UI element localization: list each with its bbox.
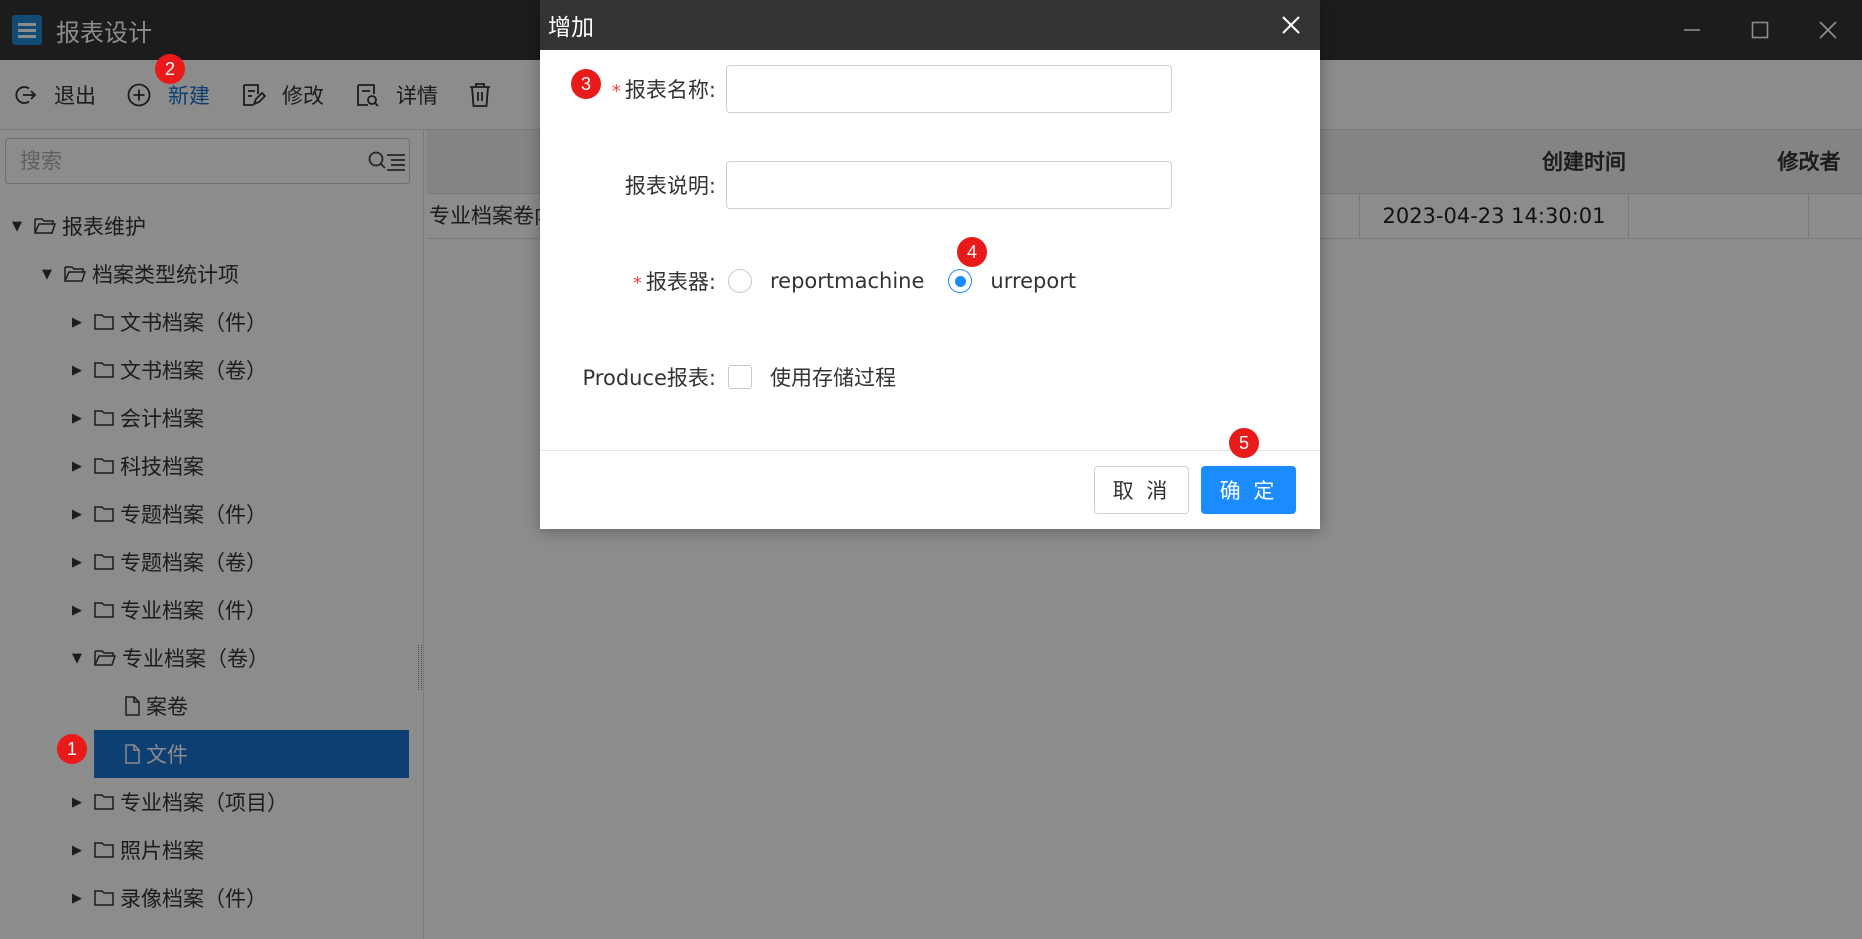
report-engine-label: * 报表器: (632, 270, 716, 294)
close-icon[interactable] (1276, 10, 1306, 40)
step-marker-4: 4 (957, 237, 987, 267)
radio-label-reportmachine[interactable]: reportmachine (770, 269, 924, 293)
produce-report-label: Produce报表: (582, 366, 717, 390)
step-marker-5: 5 (1229, 428, 1259, 458)
field-row-engine: * 报表器: reportmachine urreport (540, 257, 1320, 305)
dialog-title: 增加 (548, 15, 594, 41)
report-name-input[interactable] (726, 65, 1172, 113)
step-marker-3: 3 (571, 69, 601, 99)
step-marker-1: 1 (57, 734, 87, 764)
add-report-dialog: 增加 * 报表名称: 报表说明: * 报表器: reportmachine urre… (540, 0, 1320, 529)
dialog-footer: 取 消 确 定 (540, 450, 1320, 529)
stored-procedure-checkbox[interactable] (728, 365, 752, 389)
radio-urreport[interactable] (948, 269, 973, 293)
report-name-label: * 报表名称: (611, 78, 716, 102)
field-row-name: * 报表名称: (540, 65, 1320, 113)
dialog-header: 增加 (540, 0, 1320, 50)
radio-reportmachine[interactable] (728, 269, 752, 293)
step-marker-2: 2 (155, 54, 185, 84)
stored-procedure-label[interactable]: 使用存储过程 (770, 362, 896, 392)
radio-label-urreport[interactable]: urreport (990, 269, 1076, 293)
confirm-button[interactable]: 确 定 (1201, 466, 1296, 514)
cancel-button[interactable]: 取 消 (1094, 466, 1189, 514)
field-row-produce: Produce报表: 使用存储过程 (540, 353, 1320, 401)
field-row-desc: 报表说明: (540, 161, 1320, 209)
report-desc-label: 报表说明: (624, 174, 716, 198)
report-desc-input[interactable] (726, 161, 1172, 209)
